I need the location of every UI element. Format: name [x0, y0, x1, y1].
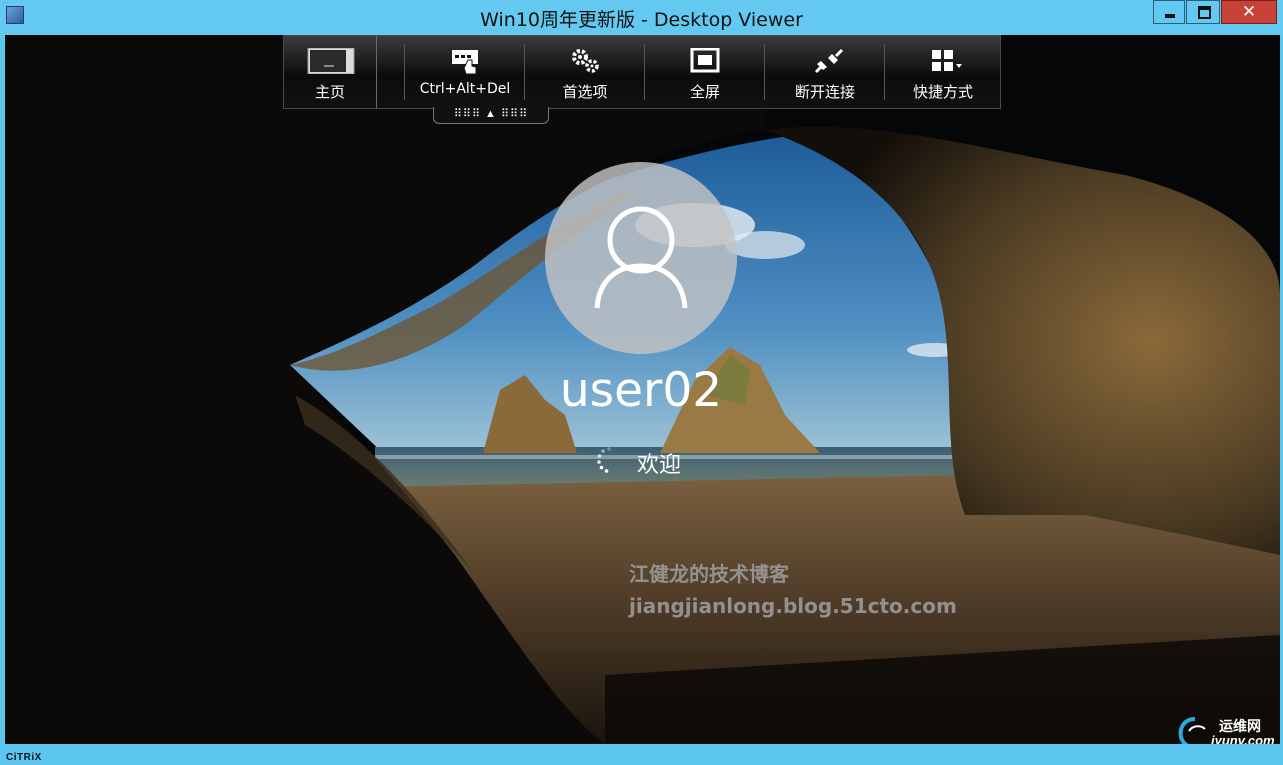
toolbar-fullscreen-button[interactable]: 全屏 — [646, 36, 764, 108]
home-thumbnail-icon — [307, 48, 355, 74]
user-avatar — [545, 162, 737, 354]
fullscreen-icon — [690, 48, 720, 73]
toolbar-fullscreen-label: 全屏 — [689, 83, 720, 101]
corner-watermark-logo: 运维网 iyunv.com — [1177, 715, 1280, 744]
watermark-blog-url: jiangjianlong.blog.51cto.com — [629, 594, 957, 618]
toolbar-home-label: 主页 — [314, 83, 345, 101]
window-titlebar[interactable]: Win10周年更新版 - Desktop Viewer ✕ — [0, 0, 1283, 35]
toolbar-separator — [644, 44, 645, 100]
toolbar-ctrl-alt-del-button[interactable]: Ctrl+Alt+Del — [406, 36, 524, 108]
toolbar-ctrl-alt-del-label: Ctrl+Alt+Del — [419, 81, 511, 97]
toolbar-preferences-label: 首选项 — [562, 83, 608, 101]
user-icon — [594, 206, 688, 309]
remote-desktop-view[interactable]: 主页 Ctrl+Alt+Del 首选项 全屏 断开连接 快捷方式 ⠿⠿⠿ ▲ ⠿… — [5, 35, 1280, 744]
close-icon: ✕ — [1241, 2, 1257, 21]
toolbar-shortcuts-label: 快捷方式 — [912, 83, 973, 101]
loading-spinner-icon — [597, 447, 611, 473]
plug-disconnect-icon — [814, 48, 844, 74]
maximize-button[interactable] — [1186, 0, 1220, 24]
toolbar-separator — [404, 44, 405, 100]
toolbar-separator — [764, 44, 765, 100]
citrix-brand-logo: CiTRiX — [6, 752, 42, 763]
toolbar-collapse-handle[interactable]: ⠿⠿⠿ ▲ ⠿⠿⠿ — [433, 107, 549, 124]
keyboard-hand-icon — [452, 50, 478, 74]
minimize-button[interactable] — [1153, 0, 1185, 24]
window-bottom-frame: CiTRiX — [0, 744, 1283, 765]
lockscreen-username: user02 — [559, 363, 723, 418]
toolbar-home-button[interactable]: 主页 — [284, 36, 377, 108]
shortcuts-grid-icon — [932, 50, 962, 71]
toolbar-disconnect-label: 断开连接 — [794, 83, 855, 101]
toolbar-shortcuts-button[interactable]: 快捷方式 — [884, 36, 1002, 108]
watermark-blog-name: 江健龙的技术博客 — [629, 562, 789, 586]
gears-icon — [572, 49, 599, 73]
toolbar-disconnect-button[interactable]: 断开连接 — [766, 36, 884, 108]
citrix-toolbar: 主页 Ctrl+Alt+Del 首选项 全屏 断开连接 快捷方式 — [283, 35, 1001, 109]
welcome-text: 欢迎 — [637, 453, 682, 478]
close-button[interactable]: ✕ — [1221, 0, 1277, 24]
toolbar-separator — [524, 44, 525, 100]
toolbar-preferences-button[interactable]: 首选项 — [526, 36, 644, 108]
yunv-logo-icon — [1178, 717, 1206, 744]
window-title: Win10周年更新版 - Desktop Viewer — [480, 9, 803, 31]
corner-logo-url: iyunv.com — [1211, 733, 1275, 744]
